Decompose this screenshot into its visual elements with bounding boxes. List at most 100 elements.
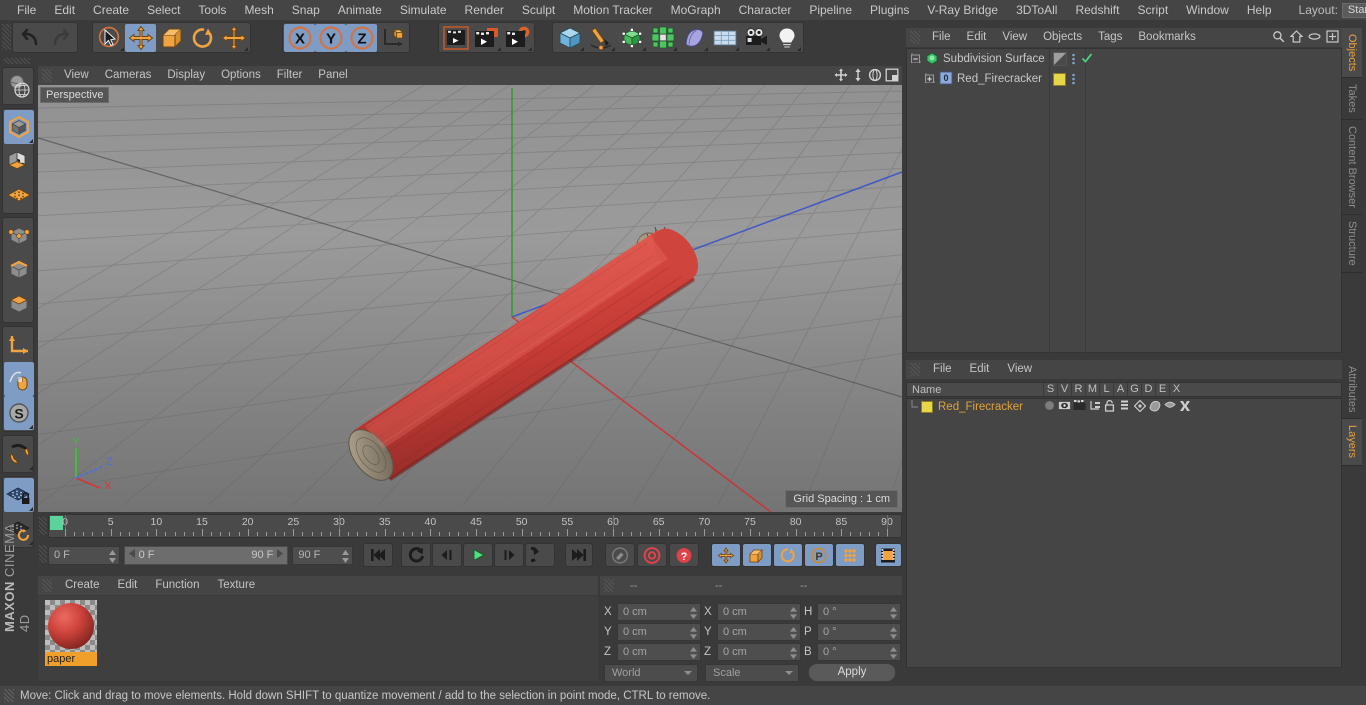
layer-col-m[interactable]: M xyxy=(1085,383,1099,396)
play-mode-button[interactable] xyxy=(525,543,556,567)
move-alt-button[interactable] xyxy=(218,24,249,52)
size-x-field[interactable]: 0 cm xyxy=(717,602,801,621)
next-frame-button[interactable] xyxy=(494,543,525,567)
menu-item-pipeline[interactable]: Pipeline xyxy=(800,0,861,20)
menu-item-simulate[interactable]: Simulate xyxy=(391,0,456,20)
material-thumbnail[interactable] xyxy=(45,600,97,652)
go-to-start-button[interactable] xyxy=(363,543,394,567)
viewport-menu-filter[interactable]: Filter xyxy=(269,66,311,85)
menu-item-mesh[interactable]: Mesh xyxy=(235,0,282,20)
tab-content-browser[interactable]: Content Browser xyxy=(1342,120,1362,215)
range-right-arrow-icon[interactable] xyxy=(276,547,284,564)
spinner-icon[interactable] xyxy=(790,646,797,660)
rotation-b-field[interactable]: 0 ° xyxy=(817,642,901,661)
layer-menu-view[interactable]: View xyxy=(998,360,1041,379)
live-selection-button[interactable] xyxy=(94,24,125,52)
layout-dropdown[interactable]: Startup xyxy=(1341,2,1366,18)
scale-key-button[interactable] xyxy=(741,543,772,567)
spinner-icon[interactable] xyxy=(890,626,897,640)
menu-item-sculpt[interactable]: Sculpt xyxy=(513,0,564,20)
scale-tool-button[interactable] xyxy=(156,24,187,52)
polygons-mode-button[interactable] xyxy=(4,287,34,321)
world-coordinates-button[interactable] xyxy=(377,24,408,52)
layer-col-g[interactable]: G xyxy=(1127,383,1141,396)
menu-item-redshift[interactable]: Redshift xyxy=(1066,0,1128,20)
object-manager-grip[interactable] xyxy=(910,31,920,44)
menu-item-file[interactable]: File xyxy=(8,0,45,20)
play-forwards-button[interactable] xyxy=(463,543,494,567)
material-tag-icon[interactable] xyxy=(1053,73,1066,86)
menu-item-window[interactable]: Window xyxy=(1177,0,1238,20)
home-icon[interactable] xyxy=(1289,30,1304,46)
menu-item-v-ray-bridge[interactable]: V-Ray Bridge xyxy=(918,0,1007,20)
layer-menu-file[interactable]: File xyxy=(924,360,961,379)
spinner-icon[interactable] xyxy=(690,606,697,620)
search-icon[interactable] xyxy=(1272,30,1285,46)
pla-key-button[interactable] xyxy=(834,543,865,567)
check-icon[interactable] xyxy=(1081,52,1093,67)
menu-item-script[interactable]: Script xyxy=(1128,0,1177,20)
y-axis-lock-button[interactable]: Y xyxy=(315,23,346,52)
object-menu-tags[interactable]: Tags xyxy=(1090,28,1130,47)
redo-button[interactable] xyxy=(45,24,76,52)
viewport-3d[interactable]: Perspective Grid Spacing : 1 cm Y X Z xyxy=(38,85,902,512)
spinner-icon[interactable] xyxy=(108,549,116,563)
menu-item-select[interactable]: Select xyxy=(138,0,189,20)
spinner-icon[interactable] xyxy=(790,606,797,620)
layer-deformer-icon[interactable] xyxy=(1147,400,1162,415)
model-mode-button[interactable] xyxy=(4,110,34,144)
status-grip[interactable] xyxy=(4,689,14,702)
viewport-menu-cameras[interactable]: Cameras xyxy=(97,66,160,85)
coord-mode-dropdown[interactable]: Scale xyxy=(705,663,799,682)
menu-item-plugins[interactable]: Plugins xyxy=(861,0,918,20)
spinner-icon[interactable] xyxy=(890,646,897,660)
play-backwards-button[interactable] xyxy=(401,543,432,567)
layer-col-r[interactable]: R xyxy=(1071,383,1085,396)
spinner-icon[interactable] xyxy=(690,626,697,640)
workplane-lock-button[interactable] xyxy=(4,478,34,512)
end-frame-field[interactable]: 90 F xyxy=(292,545,354,565)
record-key-button[interactable] xyxy=(604,543,635,567)
object-manager-tree[interactable]: Subdivision Surface 0 Red_Firecracker xyxy=(906,48,1342,354)
object-row-subdivision-surface[interactable]: Subdivision Surface xyxy=(907,49,1341,69)
position-x-field[interactable]: 0 cm xyxy=(617,602,701,621)
left-toolbar-grip[interactable] xyxy=(4,58,30,64)
object-menu-bookmarks[interactable]: Bookmarks xyxy=(1130,28,1204,47)
range-left-arrow-icon[interactable] xyxy=(128,547,136,564)
light-button[interactable] xyxy=(771,24,802,52)
pan-icon[interactable] xyxy=(834,68,848,82)
current-frame-field[interactable]: 0 F xyxy=(48,545,120,565)
timeline-button[interactable] xyxy=(874,543,903,567)
layer-lock-icon[interactable] xyxy=(1102,399,1117,415)
render-picture-viewer-button[interactable] xyxy=(471,24,502,52)
viewport-solo-button[interactable] xyxy=(4,362,34,396)
layer-row[interactable]: Red_Firecracker xyxy=(907,399,1341,415)
tab-objects[interactable]: Objects xyxy=(1342,28,1362,79)
render-settings-button[interactable] xyxy=(502,24,533,52)
layer-generator-icon[interactable] xyxy=(1132,399,1147,415)
layer-solo-icon[interactable] xyxy=(1042,400,1057,414)
ellipse-icon[interactable] xyxy=(1308,30,1321,46)
material-grip[interactable] xyxy=(42,579,52,592)
object-row-red-firecracker[interactable]: 0 Red_Firecracker xyxy=(907,69,1341,89)
size-z-field[interactable]: 0 cm xyxy=(717,642,801,661)
orbit-icon[interactable] xyxy=(868,68,882,82)
autokeying-button[interactable] xyxy=(636,543,667,567)
layer-manager-icon[interactable] xyxy=(1087,400,1102,414)
parameter-key-button[interactable]: P xyxy=(803,543,834,567)
layer-manager-list[interactable]: Red_Firecracker xyxy=(906,398,1342,668)
layer-col-s[interactable]: S xyxy=(1043,383,1057,396)
object-menu-file[interactable]: File xyxy=(924,28,959,47)
size-y-field[interactable]: 0 cm xyxy=(717,622,801,641)
move-tool-button[interactable] xyxy=(125,23,156,52)
make-editable-button[interactable] xyxy=(4,69,34,103)
workplane-button[interactable] xyxy=(4,178,34,212)
x-axis-lock-button[interactable]: X xyxy=(284,23,315,52)
layer-col-a[interactable]: A xyxy=(1113,383,1127,396)
toolbar-grip[interactable] xyxy=(2,24,11,50)
tab-takes[interactable]: Takes xyxy=(1342,78,1362,121)
rotation-p-field[interactable]: 0 ° xyxy=(817,622,901,641)
rotate-tool-button[interactable] xyxy=(187,24,218,52)
viewport-menu-options[interactable]: Options xyxy=(213,66,269,85)
material-menu-function[interactable]: Function xyxy=(146,576,208,595)
